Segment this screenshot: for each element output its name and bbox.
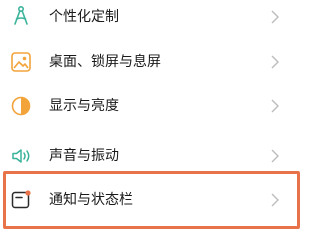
highlight-box	[3, 171, 300, 229]
settings-item-display-brightness[interactable]: 显示与亮度	[0, 84, 307, 128]
chevron-right-icon	[270, 99, 280, 113]
settings-item-wallpaper[interactable]: 桌面、锁屏与息屏	[0, 40, 307, 84]
settings-item-label: 声音与振动	[49, 148, 119, 164]
settings-list: 个性化定制 桌面、锁屏与息屏 显示与亮度 声音与振动 通知与状态栏	[0, 0, 307, 244]
settings-item-label: 桌面、锁屏与息屏	[49, 54, 161, 70]
sound-vibration-icon	[10, 145, 32, 167]
settings-item-label: 个性化定制	[49, 9, 119, 25]
settings-item-personalization[interactable]: 个性化定制	[0, 0, 307, 39]
chevron-right-icon	[270, 10, 280, 24]
display-brightness-icon	[10, 95, 32, 117]
personalization-icon	[10, 5, 32, 27]
settings-item-label: 显示与亮度	[49, 98, 119, 114]
chevron-right-icon	[270, 55, 280, 69]
chevron-right-icon	[270, 149, 280, 163]
wallpaper-icon	[10, 51, 32, 73]
